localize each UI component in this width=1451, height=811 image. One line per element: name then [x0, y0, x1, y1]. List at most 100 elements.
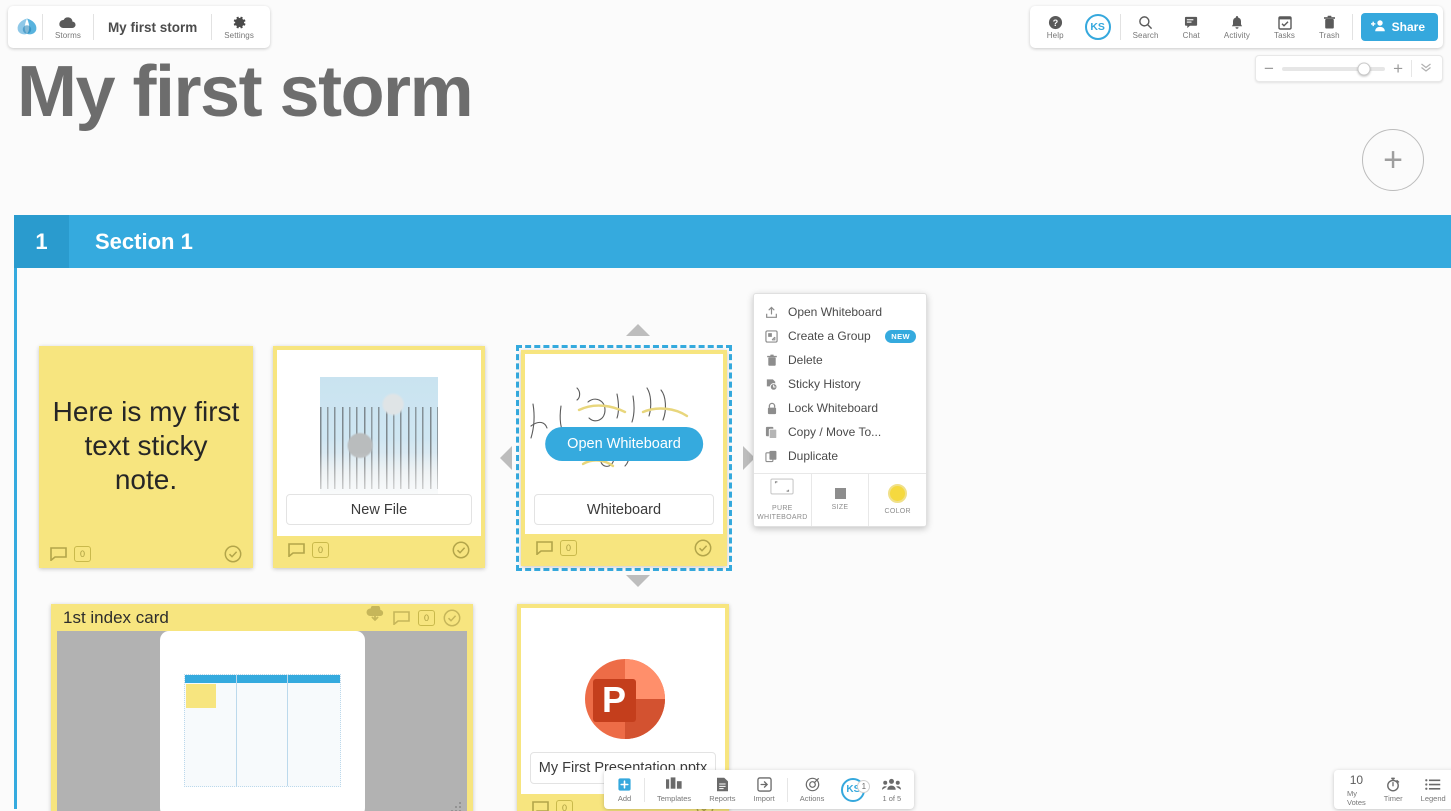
bottom-right-toolbar: 10 My Votes Timer Legend — [1334, 770, 1451, 809]
file-title[interactable]: New File — [286, 494, 472, 525]
index-card-title[interactable]: 1st index card — [63, 608, 357, 628]
check-icon[interactable] — [694, 539, 712, 557]
legend-icon — [1425, 777, 1441, 792]
powerpoint-icon: P — [573, 649, 673, 754]
comment-icon[interactable] — [393, 610, 410, 626]
avatar[interactable]: KS — [1084, 14, 1111, 40]
sticky-context-menu: Open Whiteboard Create a Group NEW Delet… — [753, 293, 927, 527]
card-footer: 0 — [39, 540, 253, 568]
tasks-button[interactable]: Tasks — [1262, 8, 1307, 46]
import-button[interactable]: Import — [744, 776, 783, 803]
context-menu-list: Open Whiteboard Create a Group NEW Delet… — [754, 294, 926, 473]
move-handle-down-icon[interactable] — [626, 575, 650, 587]
comment-icon[interactable] — [50, 547, 67, 562]
move-handle-up-icon[interactable] — [626, 324, 650, 336]
my-votes-button[interactable]: 10 My Votes — [1338, 772, 1375, 808]
section-header[interactable]: 1 Section 1 — [14, 215, 1451, 268]
zoom-out-button[interactable]: − — [1264, 60, 1274, 77]
app-logo[interactable] — [12, 14, 42, 40]
open-whiteboard-button[interactable]: Open Whiteboard — [545, 427, 703, 461]
search-button[interactable]: Search — [1121, 8, 1171, 46]
comment-icon[interactable] — [532, 801, 549, 811]
add-label: Add — [617, 793, 632, 803]
nav-settings[interactable]: Settings — [212, 8, 266, 46]
zoom-slider-handle[interactable] — [1357, 62, 1371, 75]
check-icon[interactable] — [443, 609, 461, 627]
context-menu-item-lock-whiteboard[interactable]: Lock Whiteboard — [754, 396, 926, 420]
context-menu-item-duplicate[interactable]: Duplicate — [754, 444, 926, 468]
section-number: 1 — [14, 215, 69, 268]
color-button[interactable]: COLOR — [869, 474, 926, 526]
templates-button[interactable]: Templates — [648, 777, 700, 803]
actions-label: Actions — [799, 793, 825, 803]
chat-button[interactable]: Chat — [1171, 8, 1212, 46]
legend-button[interactable]: Legend — [1412, 777, 1451, 803]
pure-whiteboard-button[interactable]: PURE WHITEBOARD — [754, 474, 812, 526]
index-card[interactable]: 1st index card 0 — [51, 604, 473, 811]
context-menu-item-sticky-history[interactable]: Sticky History — [754, 372, 926, 396]
comment-count-badge[interactable]: 0 — [560, 540, 577, 556]
context-menu-item-create-a-group[interactable]: Create a Group NEW — [754, 324, 926, 348]
help-button[interactable]: ? Help — [1035, 8, 1076, 46]
frame-icon — [770, 478, 794, 500]
participants-button[interactable]: 1 of 5 — [873, 777, 910, 803]
help-icon: ? — [1048, 14, 1063, 30]
color-label: COLOR — [884, 507, 911, 515]
trash-icon — [764, 354, 779, 367]
move-handle-left-icon[interactable] — [500, 446, 512, 470]
top-right-toolbar: ? Help KS Search Chat Activity Tasks Tra… — [1029, 6, 1443, 48]
section-name[interactable]: Section 1 — [69, 215, 1451, 268]
comment-count-badge[interactable]: 0 — [556, 800, 573, 811]
sticky-note-file[interactable]: New File 0 — [273, 346, 485, 568]
size-button[interactable]: SIZE — [812, 474, 870, 526]
comment-icon[interactable] — [288, 543, 305, 558]
comment-count-badge[interactable]: 0 — [312, 542, 329, 558]
context-menu-item-copy-move-to[interactable]: Copy / Move To... — [754, 420, 926, 444]
gear-icon — [232, 14, 247, 30]
context-menu-item-label: Lock Whiteboard — [788, 401, 879, 415]
sticky-note-whiteboard[interactable]: Open Whiteboard Whiteboard 0 — [521, 350, 727, 566]
context-menu-item-delete[interactable]: Delete — [754, 348, 926, 372]
avatar-notification-badge: 1 — [857, 779, 871, 793]
share-button[interactable]: Share — [1360, 13, 1438, 41]
people-icon — [882, 777, 902, 792]
actions-button[interactable]: Actions — [791, 777, 834, 803]
zoom-in-button[interactable]: + — [1393, 60, 1403, 77]
check-icon[interactable] — [452, 541, 470, 559]
reports-icon — [716, 777, 729, 792]
my-votes-count: 10 — [1349, 772, 1364, 787]
actions-icon — [805, 777, 820, 792]
section-1: 1 Section 1 Here is my first text sticky… — [14, 215, 1451, 811]
cloud-download-icon[interactable] — [365, 604, 385, 629]
add-icon — [617, 777, 632, 792]
nav-settings-label: Settings — [224, 31, 254, 40]
activity-button[interactable]: Activity — [1212, 8, 1262, 46]
reports-label: Reports — [709, 793, 736, 803]
zoom-slider[interactable] — [1281, 62, 1386, 75]
resize-grip-icon[interactable] — [450, 800, 462, 811]
whiteboard-title[interactable]: Whiteboard — [534, 494, 714, 525]
comment-icon[interactable] — [536, 541, 553, 556]
index-card-preview[interactable] — [57, 631, 467, 811]
check-icon[interactable] — [224, 545, 242, 563]
collapse-icon[interactable] — [1420, 62, 1434, 76]
reports-button[interactable]: Reports — [700, 777, 744, 803]
page-title[interactable]: My first storm — [17, 56, 474, 128]
add-button[interactable]: Add — [608, 777, 641, 803]
sticky-note-text[interactable]: Here is my first text sticky note. 0 — [39, 346, 253, 568]
square-icon — [834, 487, 846, 499]
add-section-button[interactable]: + — [1362, 129, 1424, 191]
comment-count-badge[interactable]: 0 — [74, 546, 91, 562]
context-menu-item-open-whiteboard[interactable]: Open Whiteboard — [754, 300, 926, 324]
participant-avatar[interactable]: KS 1 — [833, 777, 873, 802]
storm-title[interactable]: My first storm — [94, 20, 211, 35]
nav-storms[interactable]: Storms — [43, 8, 93, 46]
index-card-header: 1st index card 0 — [51, 604, 473, 631]
activity-label: Activity — [1223, 31, 1251, 40]
size-label: SIZE — [831, 503, 849, 511]
trash-button[interactable]: Trash — [1307, 8, 1352, 46]
comment-count-badge[interactable]: 0 — [418, 609, 435, 626]
timer-button[interactable]: Timer — [1375, 777, 1412, 803]
pure-whiteboard-label: PURE WHITEBOARD — [757, 504, 808, 521]
context-menu-item-label: Sticky History — [788, 377, 861, 391]
